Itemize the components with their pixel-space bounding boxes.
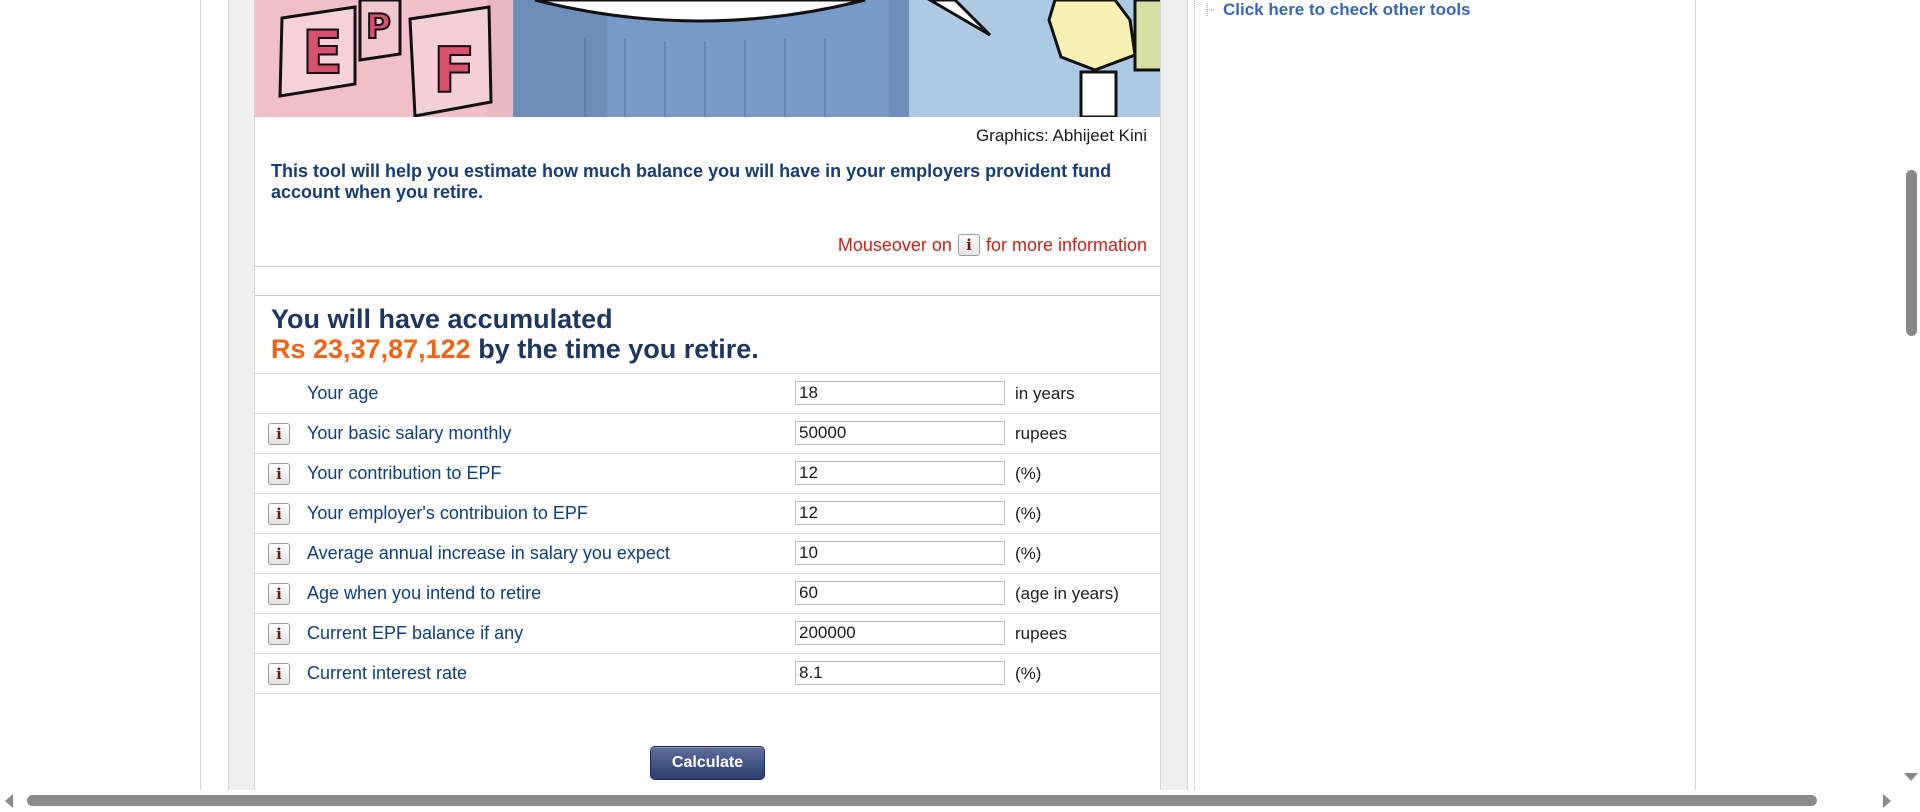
form-row-age: Your age in years [255,373,1160,413]
scroll-right-arrow-icon[interactable] [1883,794,1891,808]
age-input[interactable] [795,381,1005,405]
info-icon[interactable]: i [268,583,290,605]
form-row-basic-salary: i Your basic salary monthly rupees [255,413,1160,453]
result-line-2: Rs 23,37,87,122 by the time you retire. [271,334,759,364]
interest-rate-unit: (%) [1015,664,1042,683]
horizontal-scroll-thumb[interactable] [27,795,1817,806]
employer-contribution-input[interactable] [795,501,1005,525]
your-contribution-label: Your contribution to EPF [307,463,502,483]
left-border [200,0,201,790]
interest-rate-input[interactable] [795,661,1005,685]
age-unit: in years [1015,384,1075,403]
calculate-button[interactable]: Calculate [650,746,765,780]
other-tools-link-text[interactable]: Click here to check other tools [1223,0,1471,20]
basic-salary-label: Your basic salary monthly [307,423,512,443]
age-label: Your age [307,383,379,403]
info-icon[interactable]: i [268,543,290,565]
banner-letter-e: E [302,18,343,88]
retirement-age-label: Age when you intend to retire [307,583,542,603]
employer-contribution-unit: (%) [1015,504,1042,523]
your-contribution-unit: (%) [1015,464,1042,483]
retirement-age-unit: (age in years) [1015,584,1119,603]
scroll-left-arrow-icon[interactable] [5,794,13,808]
result-divider [255,266,1160,296]
banner-letters: E P F [301,6,476,108]
salary-increase-unit: (%) [1015,544,1042,563]
info-icon[interactable]: i [268,423,290,445]
salary-increase-label: Average annual increase in salary you ex… [307,543,670,563]
info-icon: i [957,234,980,256]
form-row-your-contribution: i Your contribution to EPF (%) [255,453,1160,493]
sidebar-divider [1194,0,1195,790]
interest-rate-label: Current interest rate [307,663,468,683]
current-balance-label: Current EPF balance if any [307,623,524,643]
tool-description: This tool will help you estimate how muc… [271,161,1112,202]
content-area: E P F Graphics: Abhijeet Kini This tool … [254,0,1161,790]
form-bottom-divider [255,693,1160,694]
tree-node-icon [1206,3,1215,17]
info-icon[interactable]: i [268,503,290,525]
horizontal-scrollbar[interactable] [0,790,1920,812]
vertical-scrollbar[interactable] [1900,0,1920,790]
other-tools-link[interactable]: Click here to check other tools [1205,0,1471,20]
form-row-current-balance: i Current EPF balance if any rupees [255,613,1160,653]
banner-letter-f: F [433,34,475,107]
info-icon[interactable]: i [268,463,290,485]
result-summary: You will have accumulated Rs 23,37,87,12… [271,304,759,364]
result-heading: You will have accumulated [271,304,613,334]
retirement-age-input[interactable] [795,581,1005,605]
current-balance-unit: rupees [1015,624,1067,643]
scroll-down-arrow-icon[interactable] [1904,773,1918,781]
banner-letter-p: P [366,7,391,47]
form-row-employer-contribution: i Your employer's contribuion to EPF (%) [255,493,1160,533]
form-row-interest-rate: i Current interest rate (%) [255,653,1160,693]
mouseover-hint: Mouseover on i for more information [838,234,1147,256]
result-amount: Rs 23,37,87,122 [271,334,471,364]
basic-salary-unit: rupees [1015,424,1067,443]
basic-salary-input[interactable] [795,421,1005,445]
page: E P F Graphics: Abhijeet Kini This tool … [0,0,1920,812]
info-icon[interactable]: i [268,623,290,645]
current-balance-input[interactable] [795,621,1005,645]
vertical-scroll-thumb[interactable] [1906,170,1917,336]
salary-increase-input[interactable] [795,541,1005,565]
mouseover-hint-prefix: Mouseover on [837,234,952,255]
your-contribution-input[interactable] [795,461,1005,485]
epf-banner-image: E P F [255,0,1160,117]
result-suffix: by the time you retire. [478,334,759,364]
mouseover-hint-suffix: for more information [985,234,1147,255]
info-icon[interactable]: i [268,663,290,685]
form-row-retirement-age: i Age when you intend to retire (age in … [255,573,1160,613]
form-row-salary-increase: i Average annual increase in salary you … [255,533,1160,573]
graphics-credit: Graphics: Abhijeet Kini [975,126,1147,145]
employer-contribution-label: Your employer's contribuion to EPF [307,503,588,523]
right-border [1695,0,1696,790]
